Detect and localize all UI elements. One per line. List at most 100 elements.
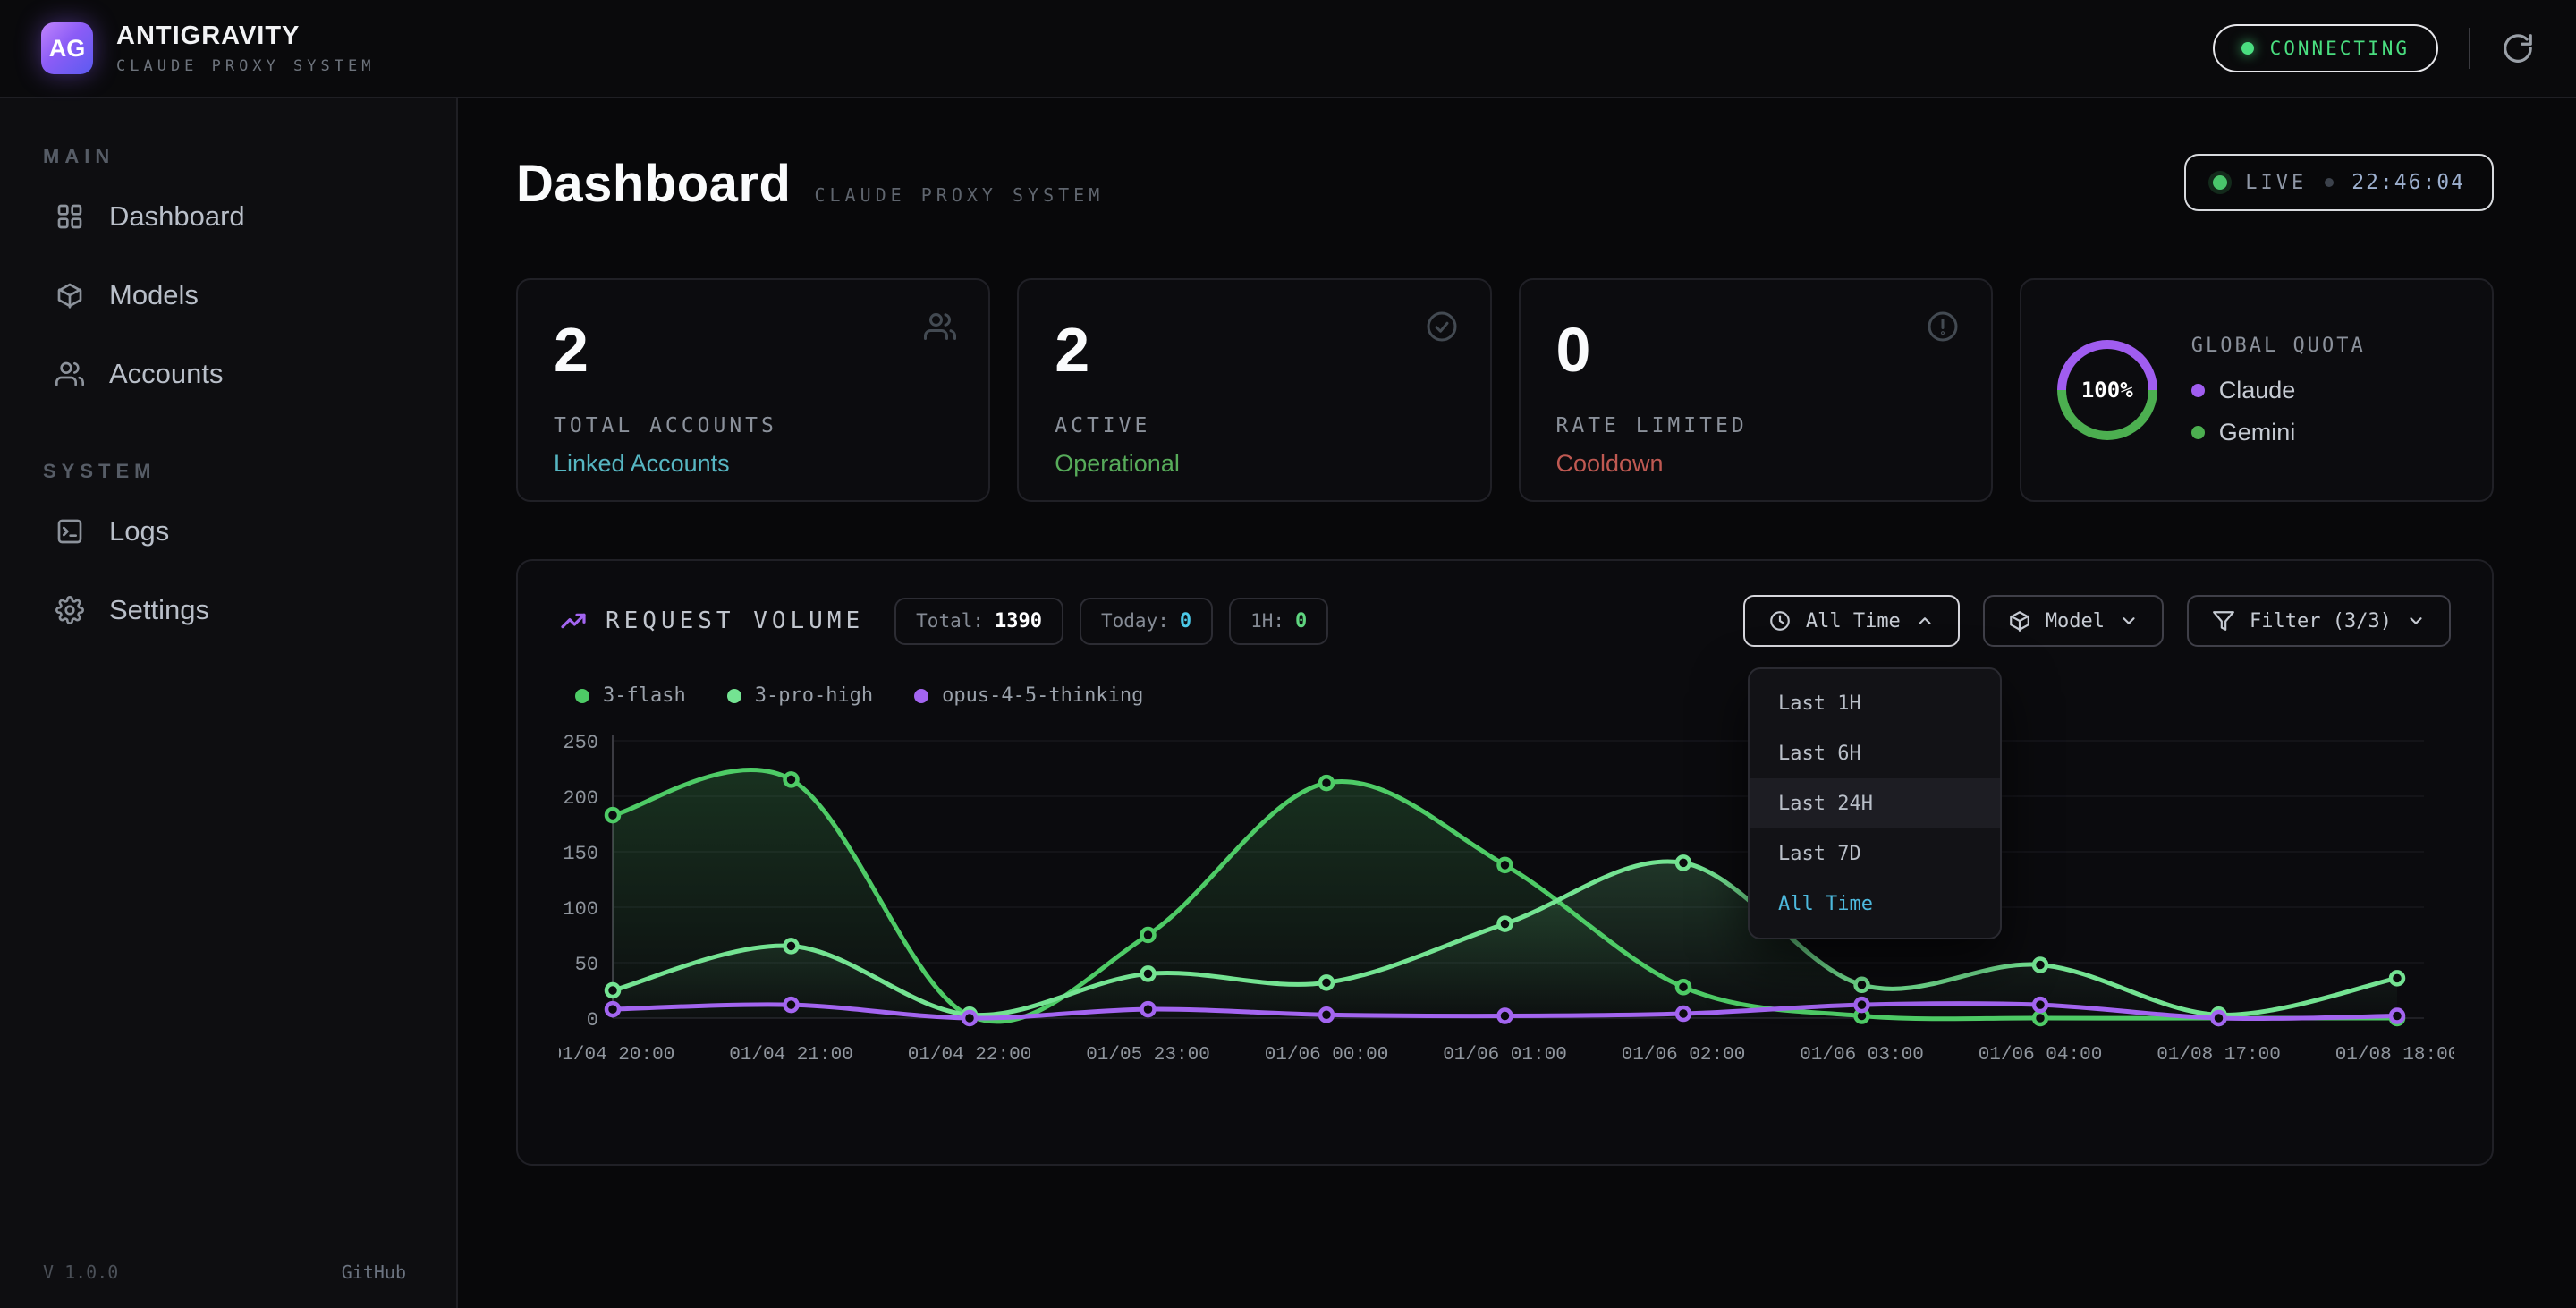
svg-text:01/05 23:00: 01/05 23:00 xyxy=(1086,1045,1210,1066)
svg-text:01/04 22:00: 01/04 22:00 xyxy=(908,1045,1032,1066)
svg-text:0: 0 xyxy=(587,1009,598,1032)
live-label: LIVE xyxy=(2245,172,2307,194)
funnel-icon xyxy=(2212,609,2235,633)
series-dot-icon xyxy=(575,689,589,703)
stat-sublabel: Operational xyxy=(1055,450,1453,478)
stat-label: RATE LIMITED xyxy=(1556,414,1955,437)
app-logo: AG xyxy=(41,22,93,74)
live-badge: LIVE 22:46:04 xyxy=(2184,154,2494,211)
chip-1h-value: 0 xyxy=(1295,610,1307,633)
svg-text:01/06 04:00: 01/06 04:00 xyxy=(1979,1045,2103,1066)
github-link[interactable]: GitHub xyxy=(342,1261,406,1283)
dropdown-item-last-24h[interactable]: Last 24H xyxy=(1750,778,2000,828)
users-icon xyxy=(55,360,84,388)
series-dot-icon xyxy=(914,689,928,703)
chip-total: Total: 1390 xyxy=(894,598,1063,645)
stat-value: 0 xyxy=(1556,314,1955,386)
svg-text:01/06 00:00: 01/06 00:00 xyxy=(1265,1045,1389,1066)
chip-today-value: 0 xyxy=(1180,610,1191,633)
sidebar: MAIN Dashboard Models Accounts SYSTEM Lo… xyxy=(0,98,458,1308)
svg-text:01/06 03:00: 01/06 03:00 xyxy=(1800,1045,1924,1066)
filter-button[interactable]: Filter (3/3) xyxy=(2187,595,2451,647)
quota-legend-gemini: Gemini xyxy=(2191,419,2366,446)
chevron-up-icon xyxy=(1915,611,1935,631)
live-dot-icon xyxy=(2213,175,2227,190)
svg-text:150: 150 xyxy=(563,843,598,865)
sidebar-item-accounts[interactable]: Accounts xyxy=(0,335,456,413)
quota-legend-label: Claude xyxy=(2219,377,2296,404)
cube-icon xyxy=(55,281,84,310)
dropdown-item-last-7d[interactable]: Last 7D xyxy=(1750,828,2000,879)
svg-text:100: 100 xyxy=(563,898,598,921)
refresh-icon[interactable] xyxy=(2501,31,2535,65)
brand: ANTIGRAVITY CLAUDE PROXY SYSTEM xyxy=(116,21,375,75)
divider xyxy=(2469,28,2470,69)
logo-text: AG xyxy=(49,35,86,63)
time-range-dropdown: Last 1H Last 6H Last 24H Last 7D All Tim… xyxy=(1748,667,2002,939)
status-dot-icon xyxy=(2241,42,2254,55)
quota-legend-label: Gemini xyxy=(2219,419,2296,446)
model-filter-button[interactable]: Model xyxy=(1983,595,2164,647)
stat-sublabel: Cooldown xyxy=(1556,450,1955,478)
sidebar-item-settings[interactable]: Settings xyxy=(0,571,456,650)
chart-legend: 3-flash 3-pro-high opus-4-5-thinking xyxy=(559,684,2451,707)
sidebar-item-label: Models xyxy=(109,279,199,311)
legend-item-opus: opus-4-5-thinking xyxy=(914,684,1143,707)
page-title: Dashboard xyxy=(516,154,791,214)
top-bar: AG ANTIGRAVITY CLAUDE PROXY SYSTEM CONNE… xyxy=(0,0,2576,98)
stat-value: 2 xyxy=(1055,314,1453,386)
page-header: Dashboard CLAUDE PROXY SYSTEM LIVE 22:46… xyxy=(516,154,2494,214)
svg-text:01/08 17:00: 01/08 17:00 xyxy=(2157,1045,2281,1066)
sidebar-item-label: Settings xyxy=(109,594,209,626)
sidebar-item-dashboard[interactable]: Dashboard xyxy=(0,177,456,256)
svg-text:50: 50 xyxy=(575,954,598,976)
sidebar-item-logs[interactable]: Logs xyxy=(0,492,456,571)
card-total-accounts: 2 TOTAL ACCOUNTS Linked Accounts xyxy=(516,278,990,502)
page-subtitle: CLAUDE PROXY SYSTEM xyxy=(814,184,1104,206)
legend-item-3-flash: 3-flash xyxy=(575,684,686,707)
app-subtitle: CLAUDE PROXY SYSTEM xyxy=(116,57,375,75)
card-active: 2 ACTIVE Operational xyxy=(1017,278,1491,502)
clock-icon xyxy=(1768,609,1792,633)
sidebar-item-models[interactable]: Models xyxy=(0,256,456,335)
chip-1h: 1H: 0 xyxy=(1229,598,1328,645)
alert-circle-icon xyxy=(1927,310,1959,343)
chart-controls: All Time Model Filter (3/3) xyxy=(1743,595,2451,647)
series-dot-icon xyxy=(727,689,741,703)
separator-dot-icon xyxy=(2325,178,2334,187)
stat-cards-row: 2 TOTAL ACCOUNTS Linked Accounts 2 ACTIV… xyxy=(516,278,2494,502)
svg-text:01/08 18:00: 01/08 18:00 xyxy=(2335,1045,2454,1066)
clock-time: 22:46:04 xyxy=(2351,171,2465,194)
panel-header: REQUEST VOLUME Total: 1390 Today: 0 1H: … xyxy=(559,595,2451,647)
gear-icon xyxy=(55,596,84,624)
svg-text:01/04 20:00: 01/04 20:00 xyxy=(559,1045,674,1066)
sidebar-footer: V 1.0.0 GitHub xyxy=(43,1261,406,1283)
svg-text:01/06 01:00: 01/06 01:00 xyxy=(1443,1045,1567,1066)
quota-title: GLOBAL QUOTA xyxy=(2191,335,2366,357)
stat-sublabel: Linked Accounts xyxy=(554,450,953,478)
box-icon xyxy=(2008,609,2031,633)
dropdown-item-last-1h[interactable]: Last 1H xyxy=(1750,678,2000,728)
connection-status-pill[interactable]: CONNECTING xyxy=(2213,24,2438,72)
dropdown-item-all-time[interactable]: All Time xyxy=(1750,879,2000,929)
app-title: ANTIGRAVITY xyxy=(116,21,375,51)
svg-text:250: 250 xyxy=(563,732,598,754)
svg-text:01/06 02:00: 01/06 02:00 xyxy=(1622,1045,1746,1066)
time-range-button[interactable]: All Time xyxy=(1743,595,1960,647)
sidebar-item-label: Dashboard xyxy=(109,200,245,233)
chip-today: Today: 0 xyxy=(1080,598,1213,645)
request-volume-panel: REQUEST VOLUME Total: 1390 Today: 0 1H: … xyxy=(516,559,2494,1166)
stat-label: ACTIVE xyxy=(1055,414,1453,437)
stat-chips: Total: 1390 Today: 0 1H: 0 xyxy=(894,598,1328,645)
topbar-right: CONNECTING xyxy=(2213,24,2535,72)
sidebar-item-label: Accounts xyxy=(109,358,224,390)
chevron-down-icon xyxy=(2119,611,2139,631)
quota-donut-chart: 100% xyxy=(2057,340,2157,440)
connection-status-label: CONNECTING xyxy=(2270,38,2410,59)
dropdown-item-last-6h[interactable]: Last 6H xyxy=(1750,728,2000,778)
version-label: V 1.0.0 xyxy=(43,1261,118,1283)
svg-text:01/04 21:00: 01/04 21:00 xyxy=(729,1045,853,1066)
panel-title: REQUEST VOLUME xyxy=(559,607,864,635)
check-circle-icon xyxy=(1426,310,1458,343)
trending-up-icon xyxy=(559,607,588,635)
